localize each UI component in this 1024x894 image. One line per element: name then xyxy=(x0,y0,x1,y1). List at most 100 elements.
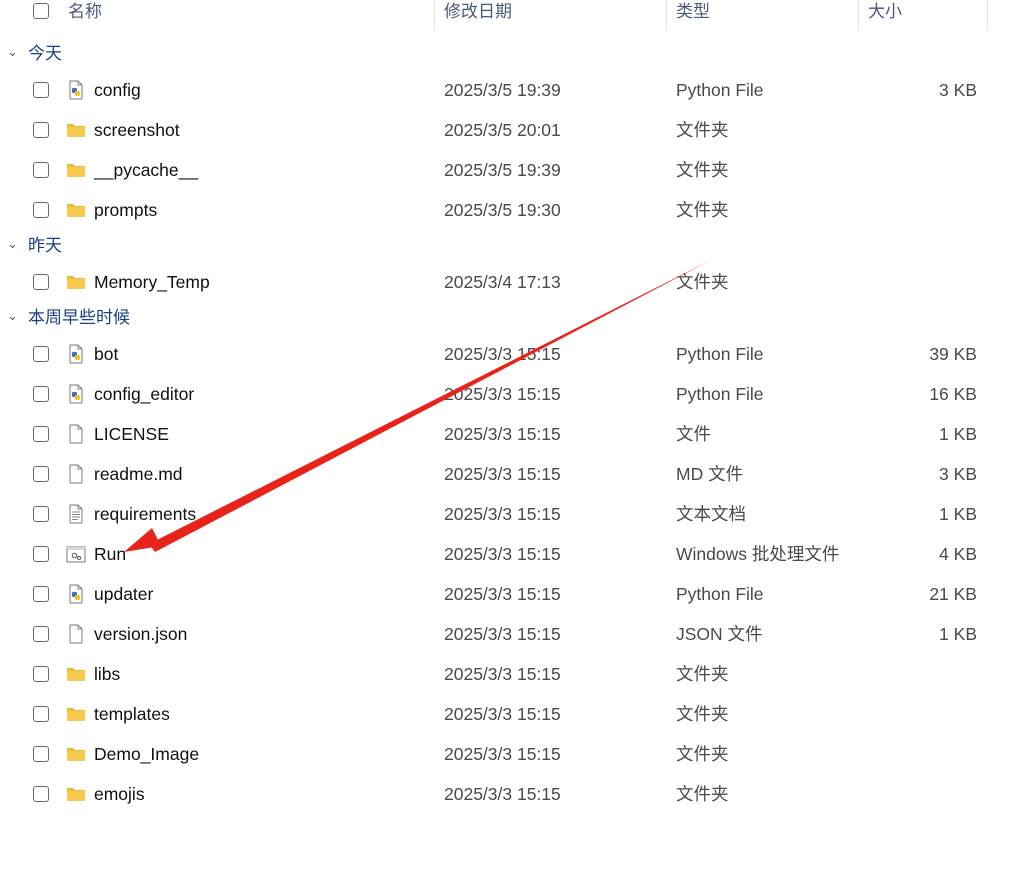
file-row[interactable]: config 2025/3/5 19:39 Python File 3 KB xyxy=(0,72,1024,108)
file-row[interactable]: Demo_Image 2025/3/3 15:15 文件夹 xyxy=(0,736,1024,772)
column-name[interactable]: 名称 xyxy=(60,0,434,30)
file-name: templates xyxy=(94,704,170,724)
file-row[interactable]: templates 2025/3/3 15:15 文件夹 xyxy=(0,696,1024,732)
python-file-icon xyxy=(66,80,86,100)
blank-file-icon xyxy=(66,624,86,644)
file-type: Python File xyxy=(676,584,764,604)
folder-icon xyxy=(66,784,86,804)
file-row[interactable]: Run 2025/3/3 15:15 Windows 批处理文件 4 KB xyxy=(0,536,1024,572)
folder-icon xyxy=(66,272,86,292)
file-name: updater xyxy=(94,584,154,604)
row-checkbox[interactable] xyxy=(33,506,49,522)
python-file-icon xyxy=(66,344,86,364)
file-type: 文件 xyxy=(676,424,711,444)
file-row[interactable]: screenshot 2025/3/5 20:01 文件夹 xyxy=(0,112,1024,148)
file-name: config_editor xyxy=(94,384,195,404)
file-row[interactable]: emojis 2025/3/3 15:15 文件夹 xyxy=(0,776,1024,812)
row-checkbox[interactable] xyxy=(33,82,49,98)
column-size[interactable]: 大小 xyxy=(860,0,987,30)
column-type[interactable]: 类型 xyxy=(668,0,858,30)
row-checkbox[interactable] xyxy=(33,346,49,362)
select-all-checkbox[interactable] xyxy=(33,3,49,19)
chevron-down-icon[interactable]: ⌄ xyxy=(7,237,18,250)
row-checkbox[interactable] xyxy=(33,746,49,762)
file-size: 16 KB xyxy=(929,384,977,404)
file-type: Windows 批处理文件 xyxy=(676,544,840,564)
group-label: 昨天 xyxy=(28,236,62,255)
file-size xyxy=(860,152,977,188)
file-type: 文件夹 xyxy=(676,704,729,724)
row-checkbox[interactable] xyxy=(33,122,49,138)
row-checkbox[interactable] xyxy=(33,426,49,442)
row-checkbox[interactable] xyxy=(33,706,49,722)
file-size: 1 KB xyxy=(939,504,977,524)
file-row[interactable]: config_editor 2025/3/3 15:15 Python File 16… xyxy=(0,376,1024,412)
column-name-label: 名称 xyxy=(68,2,102,21)
folder-icon xyxy=(66,160,86,180)
row-checkbox[interactable] xyxy=(33,786,49,802)
file-row[interactable]: prompts 2025/3/5 19:30 文件夹 xyxy=(0,192,1024,228)
column-divider[interactable] xyxy=(858,0,859,30)
file-size: 1 KB xyxy=(939,624,977,644)
group-label: 本周早些时候 xyxy=(28,308,130,327)
file-size xyxy=(860,112,977,148)
row-checkbox[interactable] xyxy=(33,626,49,642)
group-header[interactable]: ⌄ 昨天 xyxy=(0,232,300,260)
group-header[interactable]: ⌄ 今天 xyxy=(0,40,300,68)
group-header[interactable]: ⌄ 本周早些时候 xyxy=(0,304,300,332)
column-divider[interactable] xyxy=(666,0,667,30)
file-size: 21 KB xyxy=(929,584,977,604)
row-checkbox[interactable] xyxy=(33,274,49,290)
file-size: 3 KB xyxy=(939,464,977,484)
file-row[interactable]: __pycache__ 2025/3/5 19:39 文件夹 xyxy=(0,152,1024,188)
file-name: Memory_Temp xyxy=(94,272,210,292)
python-file-icon xyxy=(66,584,86,604)
file-type: 文件夹 xyxy=(676,744,729,764)
file-type: MD 文件 xyxy=(676,464,744,484)
file-type: 文件夹 xyxy=(676,160,729,180)
file-date-modified: 2025/3/3 15:15 xyxy=(444,464,561,484)
file-row[interactable]: libs 2025/3/3 15:15 文件夹 xyxy=(0,656,1024,692)
file-date-modified: 2025/3/3 15:15 xyxy=(444,384,561,404)
file-row[interactable]: updater 2025/3/3 15:15 Python File 21 KB xyxy=(0,576,1024,612)
row-checkbox[interactable] xyxy=(33,666,49,682)
row-checkbox[interactable] xyxy=(33,202,49,218)
file-size xyxy=(860,264,977,300)
column-divider[interactable] xyxy=(987,0,988,30)
file-name: __pycache__ xyxy=(94,160,199,180)
file-row[interactable]: bot 2025/3/3 15:15 Python File 39 KB xyxy=(0,336,1024,372)
file-date-modified: 2025/3/5 19:39 xyxy=(444,160,561,180)
column-divider[interactable] xyxy=(434,0,435,30)
folder-icon xyxy=(66,200,86,220)
file-row[interactable]: version.json 2025/3/3 15:15 JSON 文件 1 KB xyxy=(0,616,1024,652)
text-file-icon xyxy=(66,504,86,524)
chevron-down-icon[interactable]: ⌄ xyxy=(7,309,18,322)
file-name: version.json xyxy=(94,624,188,644)
file-name: Run xyxy=(94,544,127,564)
file-date-modified: 2025/3/3 15:15 xyxy=(444,344,561,364)
row-checkbox[interactable] xyxy=(33,546,49,562)
row-checkbox[interactable] xyxy=(33,586,49,602)
file-row[interactable]: readme.md 2025/3/3 15:15 MD 文件 3 KB xyxy=(0,456,1024,492)
row-checkbox[interactable] xyxy=(33,162,49,178)
file-name: libs xyxy=(94,664,121,684)
file-row[interactable]: LICENSE 2025/3/3 15:15 文件 1 KB xyxy=(0,416,1024,452)
column-date-modified[interactable]: 修改日期 xyxy=(436,0,666,30)
file-date-modified: 2025/3/3 15:15 xyxy=(444,584,561,604)
row-checkbox[interactable] xyxy=(33,466,49,482)
file-size xyxy=(860,656,977,692)
file-row[interactable]: Memory_Temp 2025/3/4 17:13 文件夹 xyxy=(0,264,1024,300)
file-date-modified: 2025/3/3 15:15 xyxy=(444,544,561,564)
blank-file-icon xyxy=(66,424,86,444)
row-checkbox[interactable] xyxy=(33,386,49,402)
file-size xyxy=(860,736,977,772)
file-name: readme.md xyxy=(94,464,183,484)
column-type-label: 类型 xyxy=(676,2,710,21)
python-file-icon xyxy=(66,384,86,404)
folder-icon xyxy=(66,704,86,724)
file-row[interactable]: requirements 2025/3/3 15:15 文本文档 1 KB xyxy=(0,496,1024,532)
file-size: 1 KB xyxy=(939,424,977,444)
chevron-down-icon[interactable]: ⌄ xyxy=(7,45,18,58)
file-type: Python File xyxy=(676,384,764,404)
file-name: Demo_Image xyxy=(94,744,200,764)
